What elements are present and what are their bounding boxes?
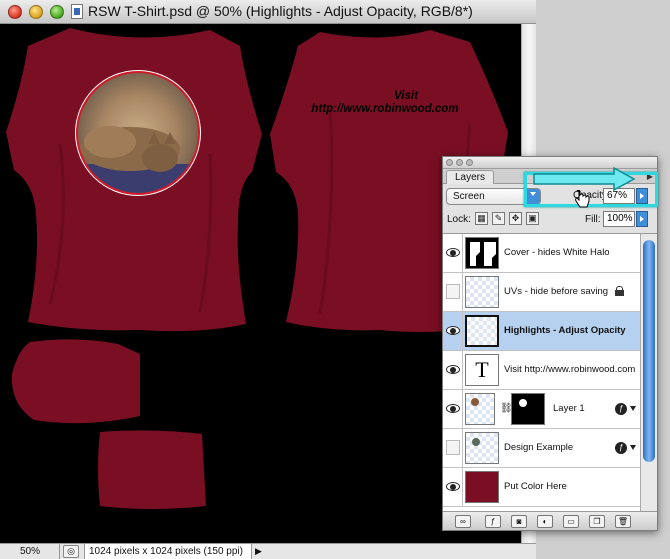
layer-thumbnail bbox=[465, 432, 499, 464]
visibility-toggle[interactable] bbox=[443, 468, 463, 506]
document-title: RSW T-Shirt.psd @ 50% (Highlights - Adju… bbox=[88, 3, 473, 19]
blend-mode-value: Screen bbox=[453, 191, 485, 202]
lock-image-pixels-icon[interactable]: ✎ bbox=[492, 212, 505, 225]
layer-name: Visit http://www.robinwood.com bbox=[504, 364, 636, 375]
expand-effects-arrow-icon[interactable] bbox=[630, 445, 636, 450]
zoom-window-button[interactable] bbox=[50, 5, 64, 19]
minimize-window-button[interactable] bbox=[29, 5, 43, 19]
document-info: 1024 pixels x 1024 pixels (150 ppi) bbox=[84, 544, 252, 559]
layer-row-visit-text[interactable]: T Visit http://www.robinwood.com bbox=[443, 351, 640, 390]
layer-effects-icon[interactable]: ƒ bbox=[615, 403, 627, 415]
lock-position-icon[interactable]: ✥ bbox=[509, 212, 522, 225]
sleeve-left bbox=[11, 339, 140, 424]
close-window-button[interactable] bbox=[8, 5, 22, 19]
fill-input[interactable]: 100% bbox=[603, 211, 635, 227]
photoshop-workspace: RSW T-Shirt.psd @ 50% (Highlights - Adju… bbox=[0, 0, 670, 559]
expand-effects-arrow-icon[interactable] bbox=[630, 406, 636, 411]
psd-file-icon bbox=[71, 4, 83, 19]
layer-name: UVs - hide before saving bbox=[504, 286, 609, 297]
layer-name: Design Example bbox=[504, 442, 574, 453]
lock-all-icon[interactable]: ▣ bbox=[526, 212, 539, 225]
delete-layer-icon[interactable]: 🗑 bbox=[615, 515, 631, 528]
layer-row-highlights[interactable]: Highlights - Adjust Opacity bbox=[443, 312, 640, 351]
visibility-toggle[interactable] bbox=[443, 351, 463, 389]
layers-panel-toolbar: ∞ ƒ ◙ ◐ ▭ ❐ 🗑 bbox=[443, 511, 657, 530]
layers-panel: Layers ▶ Screen Opacity: 67% Lock: ▦ ✎ ✥… bbox=[442, 156, 658, 531]
adjustment-layer-icon[interactable]: ◐ bbox=[537, 515, 553, 528]
layer-row-cover[interactable]: Cover - hides White Halo bbox=[443, 234, 640, 273]
fill-slider-arrow-icon[interactable] bbox=[636, 211, 648, 227]
lock-label: Lock: bbox=[447, 214, 471, 225]
add-mask-icon[interactable]: ◙ bbox=[511, 515, 527, 528]
eye-icon bbox=[446, 326, 460, 335]
layer-thumbnail bbox=[465, 315, 499, 347]
eye-icon bbox=[446, 482, 460, 491]
annotation-arrow-icon bbox=[533, 166, 636, 192]
visibility-off-box bbox=[446, 284, 460, 299]
eye-icon bbox=[446, 248, 460, 257]
visibility-toggle[interactable] bbox=[443, 390, 463, 428]
shirt-text-visit: Visit bbox=[394, 90, 418, 102]
layer-scroll-thumb[interactable] bbox=[643, 240, 655, 462]
panel-minimize-icon[interactable] bbox=[456, 159, 463, 166]
sleeve-right bbox=[98, 430, 206, 509]
layer-row-layer-1[interactable]: ⛓ Layer 1 ƒ bbox=[443, 390, 640, 429]
document-titlebar[interactable]: RSW T-Shirt.psd @ 50% (Highlights - Adju… bbox=[0, 0, 536, 24]
hand-cursor-icon bbox=[575, 190, 590, 208]
fill-label: Fill: bbox=[585, 214, 601, 225]
eye-icon bbox=[446, 404, 460, 413]
layer-row-uvs[interactable]: UVs - hide before saving bbox=[443, 273, 640, 312]
doc-info-arrow-icon[interactable]: ▶ bbox=[255, 545, 262, 558]
eye-icon bbox=[446, 365, 460, 374]
layer-row-put-color[interactable]: Put Color Here bbox=[443, 468, 640, 507]
lock-transparency-icon[interactable]: ▦ bbox=[475, 212, 488, 225]
status-menu-icon[interactable]: ◎ bbox=[63, 545, 79, 558]
layer-name: Put Color Here bbox=[504, 481, 567, 492]
panel-close-icon[interactable] bbox=[446, 159, 453, 166]
status-bar: 50% ◎ 1024 pixels x 1024 pixels (150 ppi… bbox=[0, 543, 536, 559]
layer-list: Cover - hides White Halo UVs - hide befo… bbox=[443, 233, 640, 511]
mask-link-icon[interactable]: ⛓ bbox=[500, 403, 513, 415]
tab-layers[interactable]: Layers bbox=[446, 170, 495, 184]
visibility-toggle[interactable] bbox=[443, 312, 463, 350]
layer-name: Highlights - Adjust Opacity bbox=[504, 325, 626, 336]
visibility-toggle[interactable] bbox=[443, 429, 463, 467]
layer-mask-thumbnail[interactable] bbox=[511, 393, 545, 425]
add-layer-style-icon[interactable]: ƒ bbox=[485, 515, 501, 528]
shirt-text-url: http://www.robinwood.com bbox=[311, 103, 459, 115]
new-group-icon[interactable]: ▭ bbox=[563, 515, 579, 528]
layer-thumbnail bbox=[465, 393, 495, 425]
panel-zoom-icon[interactable] bbox=[466, 159, 473, 166]
layer-thumbnail bbox=[465, 471, 499, 503]
zoom-level-field[interactable]: 50% bbox=[0, 544, 60, 559]
visibility-toggle[interactable] bbox=[443, 273, 463, 311]
text-layer-icon: T bbox=[465, 354, 499, 386]
layer-row-design-example[interactable]: Design Example ƒ bbox=[443, 429, 640, 468]
layer-effects-icon[interactable]: ƒ bbox=[615, 442, 627, 454]
visibility-toggle[interactable] bbox=[443, 234, 463, 272]
link-layers-icon[interactable]: ∞ bbox=[455, 515, 471, 528]
layer-lock-icon bbox=[615, 286, 624, 296]
new-layer-icon[interactable]: ❐ bbox=[589, 515, 605, 528]
layer-list-scrollbar[interactable] bbox=[640, 233, 657, 511]
layer-thumbnail bbox=[465, 276, 499, 308]
layer-thumbnail bbox=[465, 237, 499, 269]
visibility-off-box bbox=[446, 440, 460, 455]
layer-name: Cover - hides White Halo bbox=[504, 247, 610, 258]
layer-name: Layer 1 bbox=[553, 403, 585, 414]
